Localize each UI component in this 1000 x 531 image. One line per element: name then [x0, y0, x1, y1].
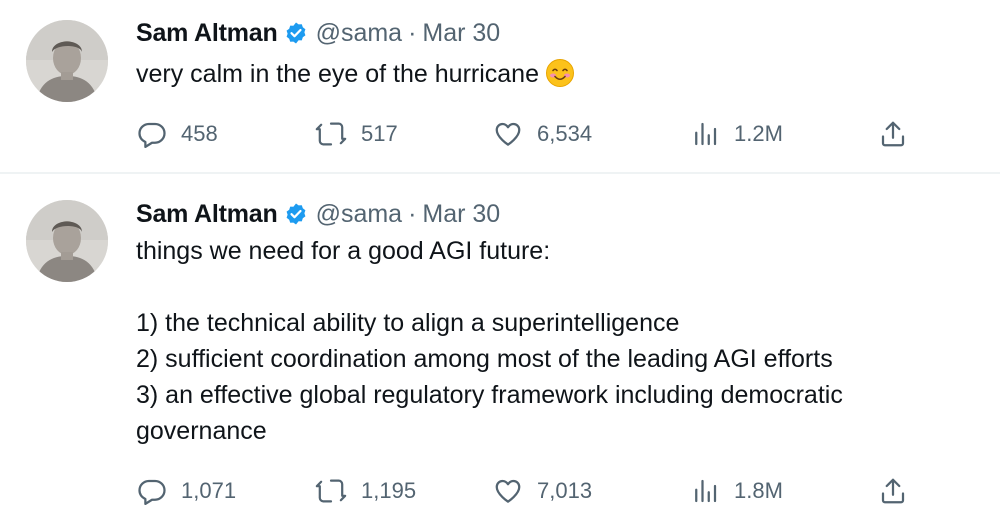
- author-handle[interactable]: @sama: [316, 200, 403, 229]
- smiling-face-with-hearts-emoji-icon: [545, 58, 575, 88]
- avatar[interactable]: [26, 200, 108, 282]
- avatar-photo-icon: [26, 200, 108, 282]
- views-button[interactable]: 1.8M: [690, 471, 783, 511]
- header-separator: ·: [408, 18, 417, 47]
- tweet-text: things we need for a good AGI future: 1)…: [136, 233, 976, 449]
- tweet-actions: 458 517 6,534 1.2M: [0, 114, 1000, 154]
- views-count: 1.8M: [734, 478, 783, 503]
- reply-count: 1,071: [181, 478, 237, 503]
- tweet-divider: [0, 172, 1000, 174]
- verified-badge-icon: [284, 21, 308, 45]
- tweet-text-line: very calm in the eye of the hurricane: [136, 56, 976, 92]
- tweet-date[interactable]: Mar 30: [422, 200, 500, 229]
- share-button[interactable]: [878, 471, 908, 511]
- tweet[interactable]: Sam Altman @sama · Mar 30 things we need…: [0, 176, 1000, 531]
- avatar-photo-icon: [26, 20, 108, 102]
- reply-icon: [138, 122, 166, 148]
- like-count: 7,013: [537, 478, 593, 503]
- retweet-icon: [315, 479, 347, 503]
- author-handle[interactable]: @sama: [316, 19, 403, 48]
- tweet-header: Sam Altman @sama · Mar 30: [136, 16, 500, 50]
- views-button[interactable]: 1.2M: [690, 114, 783, 154]
- retweet-count: 517: [361, 121, 398, 146]
- verified-badge-icon: [284, 202, 308, 226]
- tweet-header: Sam Altman @sama · Mar 30: [136, 197, 500, 231]
- reply-count: 458: [181, 121, 218, 146]
- retweet-count: 1,195: [361, 478, 417, 503]
- views-bar-chart-icon: [695, 479, 717, 503]
- tweet-date[interactable]: Mar 30: [422, 19, 500, 48]
- share-icon: [881, 121, 905, 147]
- tweet-text-line: governance: [136, 417, 267, 445]
- tweet-text: very calm in the eye of the hurricane: [136, 56, 976, 92]
- tweet-text-line: things we need for a good AGI future:: [136, 237, 551, 265]
- reply-button[interactable]: 1,071: [137, 471, 236, 511]
- share-icon: [881, 478, 905, 504]
- reply-icon: [138, 479, 166, 505]
- like-button[interactable]: 6,534: [493, 114, 592, 154]
- views-bar-chart-icon: [695, 122, 717, 146]
- share-button[interactable]: [878, 114, 908, 154]
- tweet-text-line: 1) the technical ability to align a supe…: [136, 309, 680, 337]
- tweet-actions: 1,071 1,195 7,013 1.8M: [0, 471, 1000, 511]
- author-name[interactable]: Sam Altman: [136, 200, 278, 229]
- like-button[interactable]: 7,013: [493, 471, 592, 511]
- tweet-text-line: 2) sufficient coordination among most of…: [136, 345, 833, 373]
- retweet-icon: [315, 122, 347, 146]
- author-name[interactable]: Sam Altman: [136, 19, 278, 48]
- like-count: 6,534: [537, 121, 593, 146]
- heart-icon: [495, 122, 521, 146]
- tweet-text-line: 3) an effective global regulatory framew…: [136, 381, 843, 409]
- reply-button[interactable]: 458: [137, 114, 218, 154]
- header-separator: ·: [408, 199, 417, 228]
- retweet-button[interactable]: 517: [315, 114, 398, 154]
- retweet-button[interactable]: 1,195: [315, 471, 416, 511]
- views-count: 1.2M: [734, 121, 783, 146]
- tweet[interactable]: Sam Altman @sama · Mar 30 very calm in t…: [0, 0, 1000, 172]
- avatar[interactable]: [26, 20, 108, 102]
- heart-icon: [495, 479, 521, 503]
